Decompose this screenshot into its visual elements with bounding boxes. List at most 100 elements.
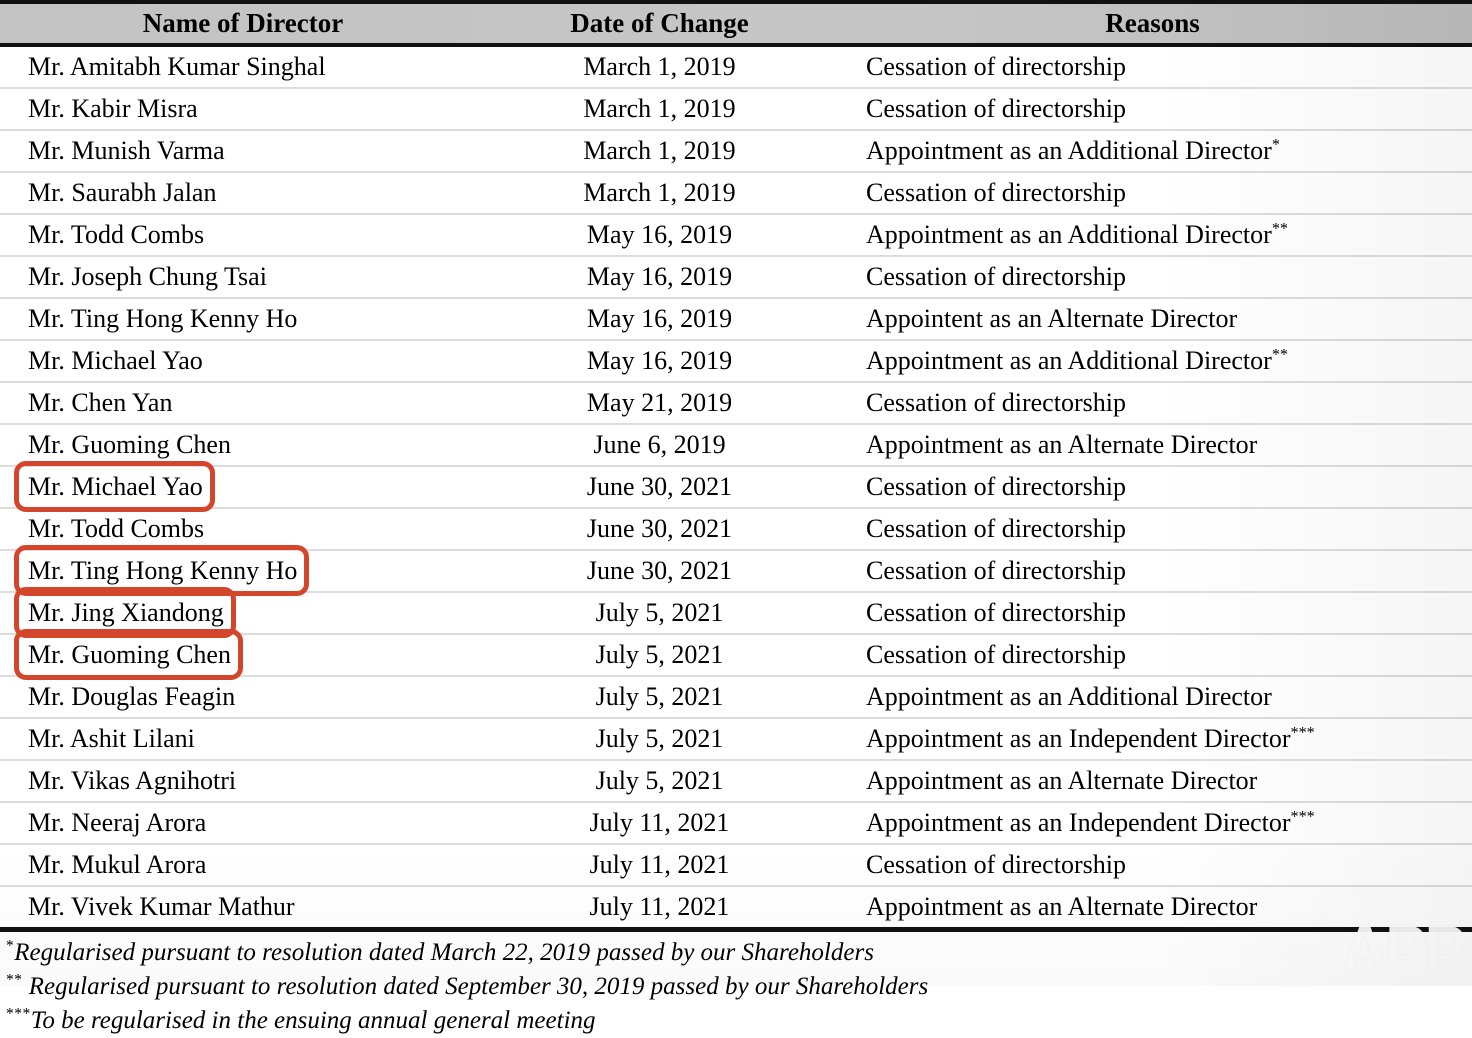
reason-text: Cessation of directorship <box>866 94 1126 123</box>
footnote-text: Regularised pursuant to resolution dated… <box>22 973 929 1000</box>
cell-reason: Cessation of directorship <box>833 466 1472 509</box>
table-row: Mr. Mukul Arora July 11, 2021 Cessation of… <box>0 844 1472 887</box>
cell-date-of-change: May 16, 2019 <box>486 214 833 257</box>
cell-date-of-change: July 5, 2021 <box>486 592 833 635</box>
table-row: Mr. Ting Hong Kenny Ho May 16, 2019 Appoin… <box>0 298 1472 341</box>
footnote-line: ** Regularised pursuant to resolution da… <box>6 970 1472 1004</box>
cell-director-name: Mr. Michael Yao <box>0 461 486 512</box>
cell-reason: Appointment as an Independent Director**… <box>833 718 1472 761</box>
cell-director-name: Mr. Munish Varma <box>0 130 486 173</box>
director-name: Mr. Vivek Kumar Mathur <box>28 892 295 921</box>
cell-date-of-change: March 1, 2019 <box>486 130 833 173</box>
table-row: Mr. Amitabh Kumar Singhal March 1, 2019 Ce… <box>0 45 1472 89</box>
table-row: Mr. Guoming Chen July 5, 2021 Cessation of… <box>0 629 1472 680</box>
cell-director-name: Mr. Joseph Chung Tsai <box>0 256 486 299</box>
cell-director-name: Mr. Ting Hong Kenny Ho <box>0 545 486 596</box>
cell-date-of-change: July 5, 2021 <box>486 760 833 803</box>
reason-text: Appointment as an Independent Director <box>866 724 1291 753</box>
footnote-text: To be regularised in the ensuing annual … <box>30 1007 596 1034</box>
reason-text: Appointent as an Alternate Director <box>866 304 1238 333</box>
reason-text: Appointment as an Alternate Director <box>866 766 1258 795</box>
footnote-marker: ** <box>6 971 23 989</box>
table-row: Mr. Munish Varma March 1, 2019 Appointment… <box>0 130 1472 173</box>
cell-reason: Appointment as an Alternate Director <box>833 760 1472 803</box>
table-row: Mr. Todd Combs May 16, 2019 Appointment as… <box>0 214 1472 257</box>
highlighted-director-name: Mr. Guoming Chen <box>14 629 243 680</box>
highlighted-director-name: Mr. Michael Yao <box>14 461 215 512</box>
table-row: Mr. Chen Yan May 21, 2019 Cessation of dir… <box>0 382 1472 425</box>
cell-director-name: Mr. Ting Hong Kenny Ho <box>0 298 486 341</box>
cell-reason: Cessation of directorship <box>833 550 1472 593</box>
cell-date-of-change: July 5, 2021 <box>486 634 833 677</box>
cell-director-name: Mr. Douglas Feagin <box>0 676 486 719</box>
director-name: Mr. Neeraj Arora <box>28 808 207 837</box>
cell-reason: Cessation of directorship <box>833 634 1472 677</box>
reason-text: Appointment as an Alternate Director <box>866 892 1258 921</box>
cell-director-name: Mr. Amitabh Kumar Singhal <box>0 45 486 89</box>
footnote-marker: *** <box>6 1005 31 1023</box>
column-header-date: Date of Change <box>486 0 833 47</box>
table-row: Mr. Jing Xiandong July 5, 2021 Cessation o… <box>0 587 1472 638</box>
table-row: Mr. Vivek Kumar Mathur July 11, 2021 Appoi… <box>0 886 1472 927</box>
table-row: Mr. Douglas Feagin July 5, 2021 Appointmen… <box>0 676 1472 719</box>
cell-director-name: Mr. Guoming Chen <box>0 424 486 467</box>
cell-director-name: Mr. Mukul Arora <box>0 844 486 887</box>
highlighted-director-name: Mr. Jing Xiandong <box>14 587 236 638</box>
cell-date-of-change: June 30, 2021 <box>486 550 833 593</box>
table-row: Mr. Saurabh Jalan March 1, 2019 Cessation … <box>0 172 1472 215</box>
cell-date-of-change: June 6, 2019 <box>486 424 833 467</box>
cell-reason: Cessation of directorship <box>833 172 1472 215</box>
reason-text: Appointment as an Independent Director <box>866 808 1291 837</box>
director-name: Mr. Todd Combs <box>28 220 205 249</box>
director-name: Mr. Guoming Chen <box>28 430 231 459</box>
table-row: Mr. Neeraj Arora July 11, 2021 Appointment… <box>0 802 1472 845</box>
director-name: Mr. Joseph Chung Tsai <box>28 262 267 291</box>
cell-director-name: Mr. Neeraj Arora <box>0 802 486 845</box>
director-name: Mr. Munish Varma <box>28 136 225 165</box>
footnotes: * Regularised pursuant to resolution date… <box>0 932 1472 1038</box>
cell-director-name: Mr. Guoming Chen <box>0 629 486 680</box>
cell-date-of-change: July 5, 2021 <box>486 676 833 719</box>
cell-date-of-change: March 1, 2019 <box>486 45 833 89</box>
director-name: Mr. Kabir Misra <box>28 94 198 123</box>
reason-text: Cessation of directorship <box>866 472 1126 501</box>
director-name: Mr. Todd Combs <box>28 514 205 543</box>
cell-director-name: Mr. Chen Yan <box>0 382 486 425</box>
table-row: Mr. Kabir Misra March 1, 2019 Cessation of… <box>0 88 1472 131</box>
cell-reason: Appointent as an Alternate Director <box>833 298 1472 341</box>
cell-date-of-change: July 11, 2021 <box>589 892 730 921</box>
cell-director-name: Mr. Vikas Agnihotri <box>0 760 486 803</box>
reason-text: Appointment as an Additional Director <box>866 682 1272 711</box>
table-row: Mr. Ashit Lilani July 5, 2021 Appointment … <box>0 718 1472 761</box>
cell-director-name: Mr. Vivek Kumar Mathur <box>0 886 486 927</box>
cell-date-of-change: March 1, 2019 <box>486 172 833 215</box>
cell-date-of-change: July 11, 2021 <box>486 844 833 887</box>
director-changes-document: Name of Director Date of Change Reasons … <box>0 0 1472 1038</box>
footnote-marker: *** <box>1290 724 1315 742</box>
reason-text: Cessation of directorship <box>866 640 1126 669</box>
cell-date-of-change: July 5, 2021 <box>486 718 833 761</box>
table-row: Mr. Ting Hong Kenny Ho June 30, 2021 Cessa… <box>0 545 1472 596</box>
cell-reason: Cessation of directorship <box>833 45 1472 89</box>
cell-reason: Cessation of directorship <box>833 844 1472 887</box>
table-row: Mr. Vikas Agnihotri July 5, 2021 Appointme… <box>0 760 1472 803</box>
cell-reason: Appointment as an Additional Director** <box>833 214 1472 257</box>
director-name: Mr. Mukul Arora <box>28 850 207 879</box>
footnote-marker: * <box>6 937 15 955</box>
director-name: Mr. Ting Hong Kenny Ho <box>28 304 298 333</box>
cell-director-name: Mr. Todd Combs <box>0 508 486 551</box>
cell-reason: Appointment as an Alternate Director <box>833 424 1472 467</box>
table-header: Name of Director Date of Change Reasons <box>0 0 1472 47</box>
reason-text: Appointment as an Additional Director <box>866 220 1272 249</box>
cell-date-of-change: May 16, 2019 <box>486 340 833 383</box>
watermark: APP <box>1342 914 1466 983</box>
reason-text: Cessation of directorship <box>866 850 1126 879</box>
cell-reason: Cessation of directorship <box>833 592 1472 635</box>
reason-text: Appointment as an Additional Director <box>866 346 1272 375</box>
reason-text: Cessation of directorship <box>866 178 1126 207</box>
cell-director-name: Mr. Saurabh Jalan <box>0 172 486 215</box>
column-header-reason: Reasons <box>833 0 1472 47</box>
footnote-line: ***To be regularised in the ensuing annu… <box>6 1004 1472 1038</box>
cell-reason: Appointment as an Additional Director* <box>833 130 1472 173</box>
director-name: Mr. Amitabh Kumar Singhal <box>28 52 326 81</box>
